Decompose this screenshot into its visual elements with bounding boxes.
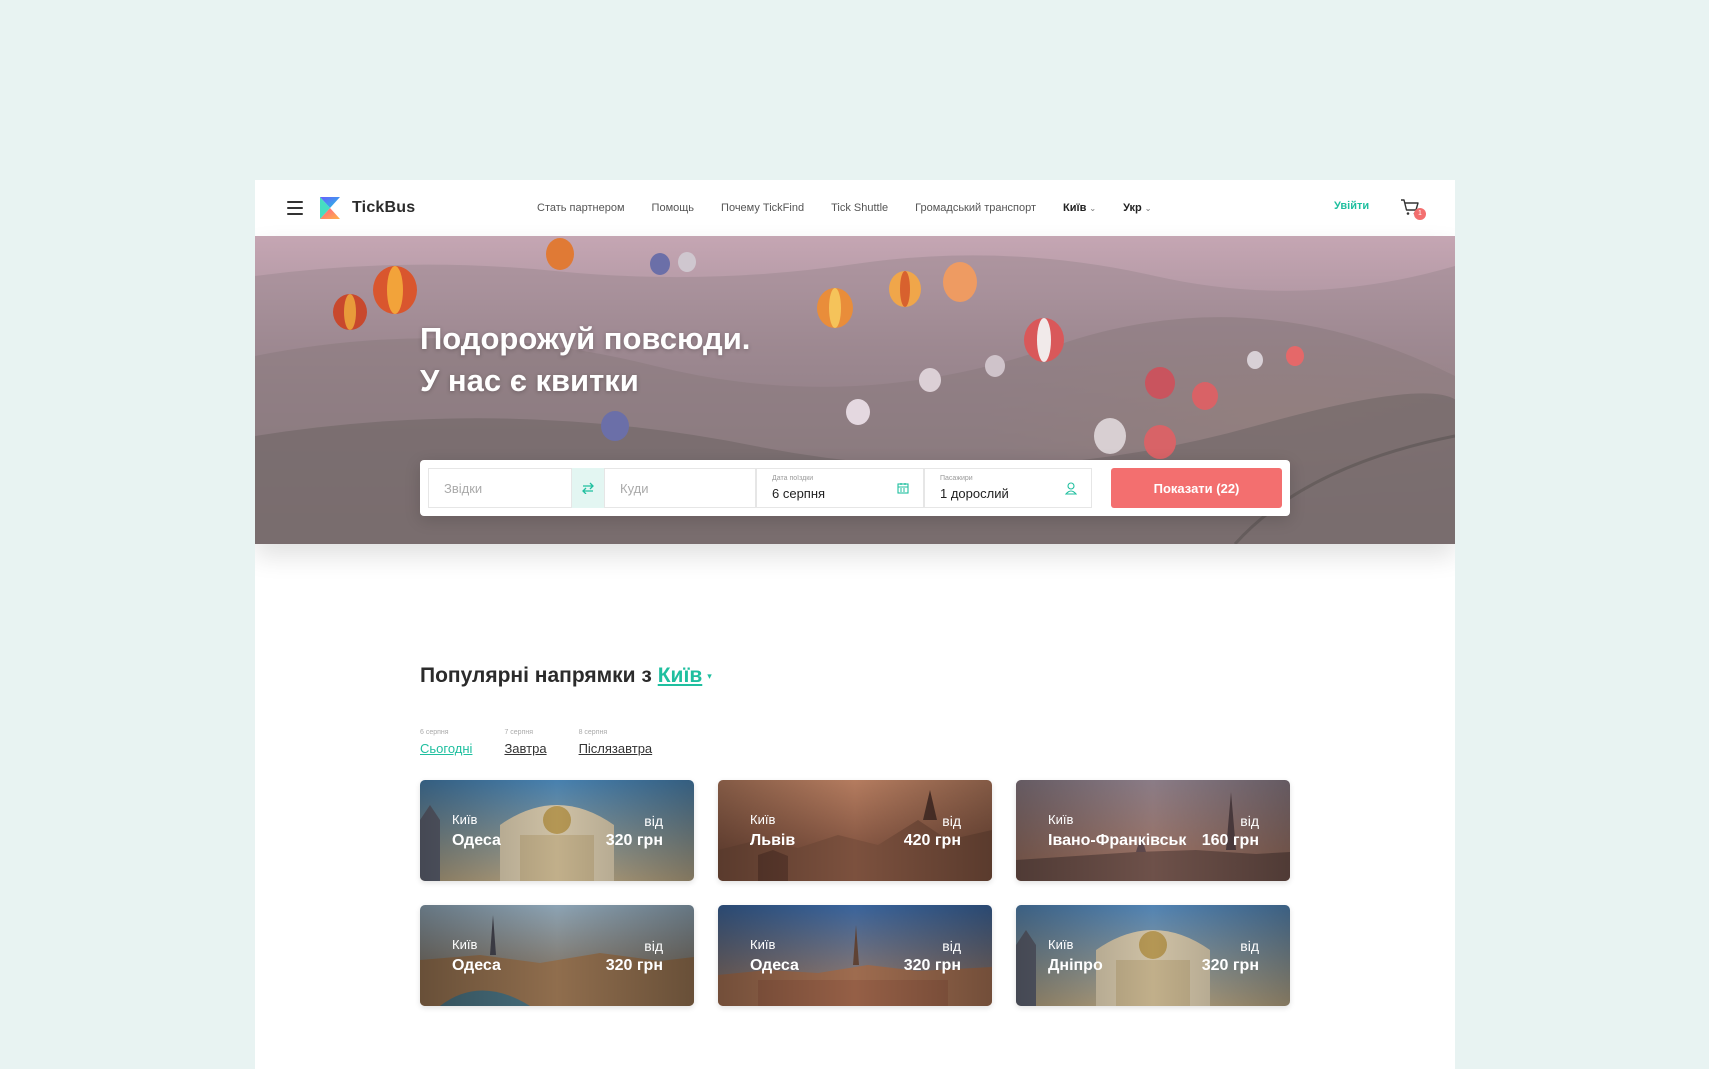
popular-title-text: Популярні напрямки з	[420, 664, 652, 687]
from-field[interactable]: Звідки	[428, 468, 572, 508]
hero-title: Подорожуй повсюди. У нас є квитки	[420, 318, 750, 402]
card-to: Львів	[750, 832, 796, 849]
date-value: 6 серпня	[772, 486, 826, 501]
logo-mark-icon	[320, 197, 340, 219]
card-overlay	[718, 780, 992, 881]
card-price: 420 грн	[903, 832, 961, 849]
popular-city-select[interactable]: Київ	[658, 664, 703, 687]
card-from: Київ	[1048, 937, 1074, 952]
card-from: Київ	[452, 812, 478, 827]
nav-help[interactable]: Помощь	[652, 202, 695, 214]
passengers-value: 1 дорослий	[940, 486, 1009, 501]
main-nav: Стать партнером Помощь Почему TickFind T…	[537, 180, 1178, 236]
card-overlay	[420, 780, 694, 881]
card-overlay	[1016, 780, 1290, 881]
date-label: Дата поїздки	[772, 475, 814, 482]
language-select-label: Укр	[1123, 202, 1142, 214]
nav-partner[interactable]: Стать партнером	[537, 202, 625, 214]
hero-banner: Подорожуй повсюди. У нас є квитки Звідки…	[255, 236, 1455, 544]
date-tabs: 6 серпня Сьогодні 7 серпня Завтра 8 серп…	[420, 729, 684, 758]
login-link[interactable]: Увійти	[1334, 200, 1369, 212]
passengers-label: Пасажири	[940, 475, 973, 482]
show-results-button[interactable]: Показати (22)	[1111, 468, 1282, 508]
card-from: Київ	[1048, 812, 1074, 827]
swap-icon	[582, 482, 594, 494]
route-card[interactable]: Київ Одеса від 320 грн	[420, 905, 694, 1006]
city-select-label: Київ	[1063, 202, 1087, 214]
search-bar: Звідки Куди Дата поїздки 6 серпня Пасажи…	[420, 460, 1290, 516]
chevron-down-icon: ⌄	[1144, 204, 1152, 213]
tab-label: Післязавтра	[578, 741, 653, 756]
card-price-prefix: від	[1240, 938, 1259, 954]
card-price-prefix: від	[1240, 813, 1259, 829]
card-to: Одеса	[452, 832, 501, 849]
menu-icon[interactable]	[287, 201, 303, 215]
route-card[interactable]: Київ Львів від 420 грн	[718, 780, 992, 881]
card-price: 320 грн	[605, 832, 663, 849]
route-card[interactable]: Київ Дніпро від 320 грн	[1016, 905, 1290, 1006]
card-to: Одеса	[452, 957, 501, 974]
route-card[interactable]: Київ Івано-Франківськ від 160 грн	[1016, 780, 1290, 881]
tab-label: Завтра	[504, 741, 547, 756]
logo[interactable]: TickBus	[318, 195, 415, 221]
card-from: Київ	[750, 937, 776, 952]
from-placeholder: Звідки	[444, 481, 483, 496]
cart-button[interactable]: 1	[1400, 198, 1426, 222]
tab-today[interactable]: 6 серпня Сьогодні	[420, 729, 472, 758]
card-overlay	[1016, 905, 1290, 1006]
page: TickBus Стать партнером Помощь Почему Ti…	[255, 180, 1455, 1069]
tab-date: 7 серпня	[504, 729, 534, 736]
card-price: 320 грн	[1201, 957, 1259, 974]
calendar-icon	[897, 483, 909, 494]
card-price: 320 грн	[605, 957, 663, 974]
tab-date: 8 серпня	[578, 729, 608, 736]
language-select[interactable]: Укр ⌄	[1123, 202, 1151, 214]
tab-day-after-tomorrow[interactable]: 8 серпня Післязавтра	[579, 729, 653, 758]
nav-tick-shuttle[interactable]: Tick Shuttle	[831, 202, 888, 214]
chevron-down-icon: ⌄	[1089, 204, 1097, 213]
card-price-prefix: від	[644, 938, 663, 954]
nav-why-tickfind[interactable]: Почему TickFind	[721, 202, 804, 214]
card-price-prefix: від	[942, 938, 961, 954]
tab-label: Сьогодні	[420, 741, 473, 756]
user-icon	[1065, 482, 1077, 495]
city-select[interactable]: Київ ⌄	[1063, 202, 1096, 214]
tab-date: 6 серпня	[420, 729, 449, 736]
card-to: Івано-Франківськ	[1048, 832, 1187, 849]
card-from: Київ	[750, 812, 776, 827]
card-overlay	[718, 905, 992, 1006]
card-to: Одеса	[750, 957, 799, 974]
card-price-prefix: від	[644, 813, 663, 829]
date-field[interactable]: Дата поїздки 6 серпня	[756, 468, 924, 508]
route-card[interactable]: Київ Одеса від 320 грн	[718, 905, 992, 1006]
card-to: Дніпро	[1048, 957, 1103, 974]
chevron-down-icon[interactable]: ▾	[707, 671, 712, 681]
cart-count-badge: 1	[1414, 208, 1426, 220]
nav-public-transport[interactable]: Громадський транспорт	[915, 202, 1036, 214]
card-price: 160 грн	[1201, 832, 1259, 849]
hero-title-line2: У нас є квитки	[420, 363, 639, 398]
tab-tomorrow[interactable]: 7 серпня Завтра	[504, 729, 546, 758]
to-field[interactable]: Куди	[604, 468, 756, 508]
swap-button[interactable]	[572, 468, 604, 508]
brand-name: TickBus	[352, 199, 416, 216]
route-card[interactable]: Київ Одеса від 320 грн	[420, 780, 694, 881]
card-from: Київ	[452, 937, 478, 952]
card-price-prefix: від	[942, 813, 961, 829]
card-overlay	[420, 905, 694, 1006]
passengers-field[interactable]: Пасажири 1 дорослий	[924, 468, 1092, 508]
top-header: TickBus Стать партнером Помощь Почему Ti…	[255, 180, 1455, 236]
hero-title-line1: Подорожуй повсюди.	[420, 321, 751, 356]
to-placeholder: Куди	[620, 481, 649, 496]
popular-title: Популярні напрямки з Київ ▾	[420, 664, 712, 688]
card-price: 320 грн	[903, 957, 961, 974]
